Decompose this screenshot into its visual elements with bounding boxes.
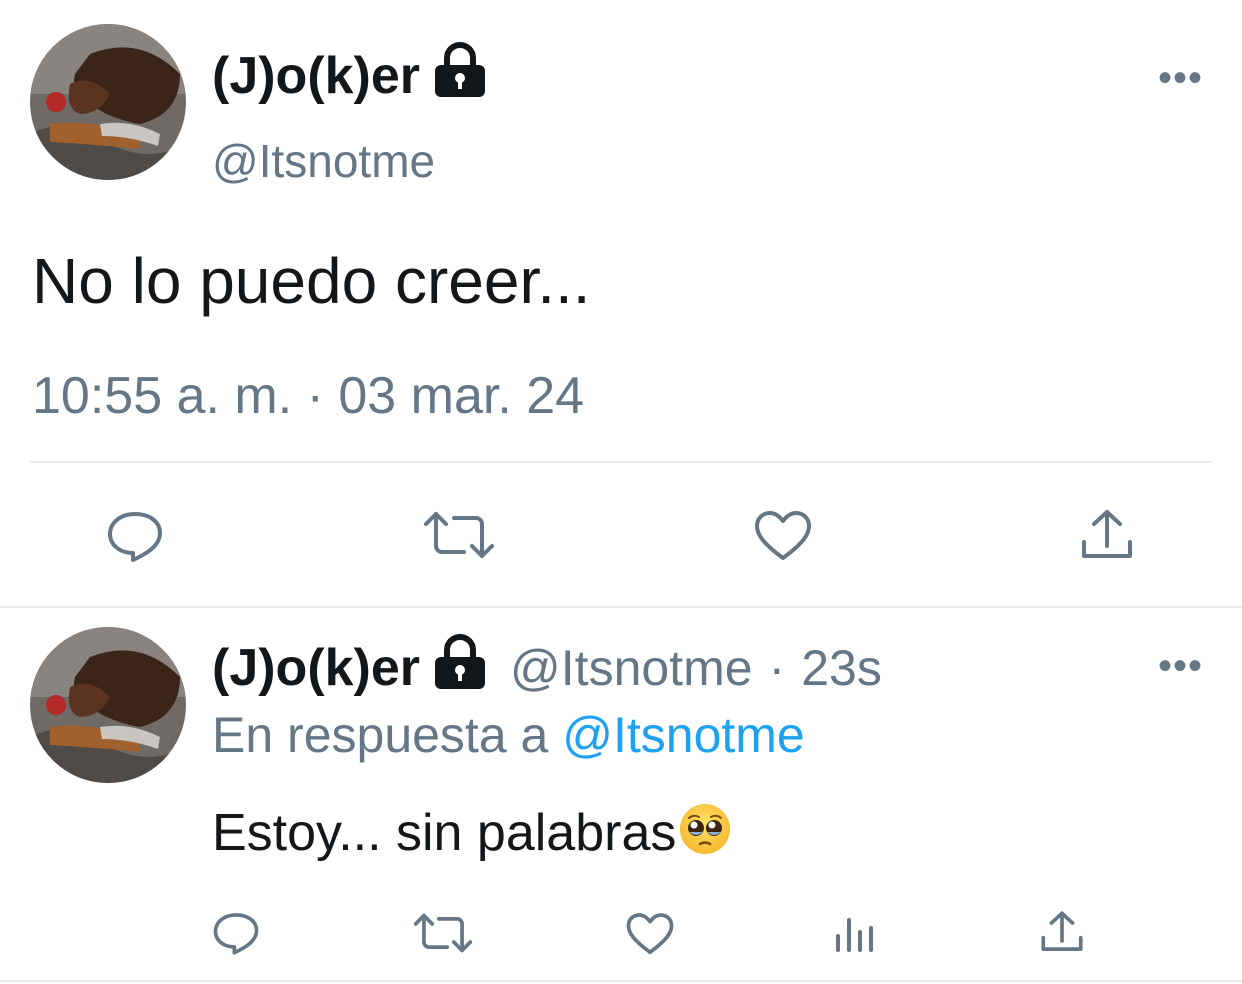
replying-to-link[interactable]: @Itsnotme [562,707,805,763]
like-icon[interactable] [626,912,674,956]
tweet-timestamp[interactable]: 10:55 a. m. · 03 mar. 24 [32,366,584,426]
lock-icon [432,633,488,704]
reply-icon[interactable] [106,508,164,564]
author-name-row: (J)o(k)er [212,41,488,108]
avatar-dog-image [30,24,186,180]
tweet-time-ago[interactable]: 23s [801,639,882,697]
retweet-icon[interactable] [414,912,472,954]
author-handle[interactable]: @Itsnotme [212,134,435,188]
pleading-face-emoji-icon [678,802,732,856]
author-handle[interactable]: @Itsnotme [510,639,753,697]
divider [0,980,1242,982]
like-icon[interactable] [754,510,812,562]
more-icon[interactable]: ••• [1158,646,1203,686]
reply-tweet-text-row: Estoy... sin palabras [212,802,732,863]
more-icon[interactable]: ••• [1158,58,1203,98]
lock-icon [432,41,488,112]
author-name[interactable]: (J)o(k)er [212,46,420,106]
divider [0,606,1242,608]
replying-to-prefix: En respuesta a [212,707,549,763]
share-icon[interactable] [1040,910,1084,954]
avatar-dog-image [30,627,186,783]
avatar[interactable] [30,24,186,180]
author-name[interactable]: (J)o(k)er [212,638,420,698]
divider [30,461,1212,463]
avatar[interactable] [30,627,186,783]
retweet-icon[interactable] [424,510,494,560]
reply-icon[interactable] [212,910,260,956]
tweet-text: Estoy... sin palabras [212,804,677,862]
reply-header-row: (J)o(k)er @Itsnotme · 23s [212,633,882,700]
meta-separator: · [768,640,786,696]
analytics-icon[interactable] [834,914,878,954]
tweet-text: No lo puedo creer... [32,245,591,317]
share-icon[interactable] [1080,508,1134,562]
replying-to-line: En respuesta a @Itsnotme [212,706,805,764]
